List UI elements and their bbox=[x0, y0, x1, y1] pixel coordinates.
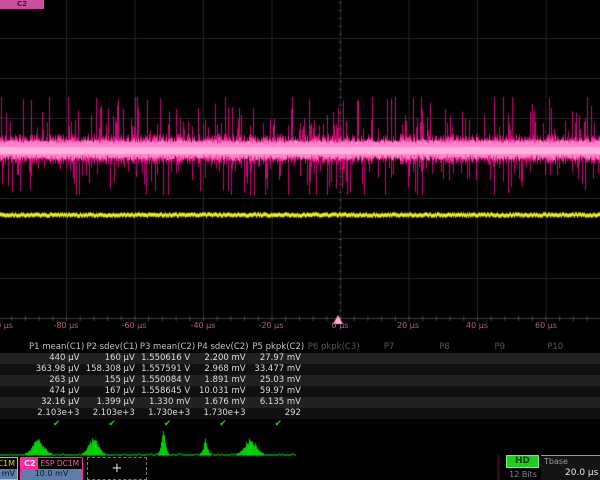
measurement-cell: 1.891 mV bbox=[195, 375, 250, 386]
measurement-cell: 2.968 mV bbox=[195, 364, 250, 375]
c2-scale: 10.0 mV bbox=[21, 469, 82, 479]
measurement-cell: 363.98 µV bbox=[29, 364, 84, 375]
measurement-cell: 1.730e+3 bbox=[140, 408, 195, 419]
measurement-cell: 27.97 mV bbox=[251, 353, 306, 364]
status-pass-icon: ✔ bbox=[29, 419, 84, 430]
c2-coupling: ESP DC1M bbox=[38, 458, 79, 469]
measurement-cell: 1.330 mV bbox=[140, 397, 195, 408]
axis-tick-label: -40 µs bbox=[191, 321, 216, 330]
measurement-cell: 1.399 µV bbox=[84, 397, 139, 408]
measurement-header[interactable]: P7 bbox=[361, 341, 416, 352]
measurement-cell: 1.557591 V bbox=[140, 364, 195, 375]
measurement-cell: 2.103e+3 bbox=[29, 408, 84, 419]
axis-tick-label: 0 µs bbox=[332, 321, 349, 330]
measurement-header[interactable]: P9 bbox=[472, 341, 527, 352]
measurement-cell: 167 µV bbox=[84, 386, 139, 397]
measurement-header[interactable]: P3 mean(C2) bbox=[140, 341, 195, 352]
measurement-header[interactable]: P1 mean(C1) bbox=[29, 341, 84, 352]
measurement-cell: 155 µV bbox=[84, 375, 139, 386]
axis-tick-label: -20 µs bbox=[259, 321, 284, 330]
c2-grabber-label: C2 bbox=[17, 0, 27, 8]
c2-channel-descriptor[interactable]: C2 ESP DC1M 10.0 mV bbox=[20, 457, 83, 480]
measurement-cell: 263 µV bbox=[29, 375, 84, 386]
c1-scale: 20.0 mV bbox=[0, 469, 17, 479]
measurement-cell: 6.135 mV bbox=[251, 397, 306, 408]
axis-tick-label: -80 µs bbox=[54, 321, 79, 330]
status-pass-icon: ✔ bbox=[251, 419, 306, 430]
measurement-cell: 2.200 mV bbox=[195, 353, 250, 364]
measurement-header[interactable]: P5 pkpk(C2) bbox=[251, 341, 306, 352]
tbase-label: Tbase bbox=[544, 457, 568, 466]
measurement-cell: 1.550616 V bbox=[140, 353, 195, 364]
measurement-cell: 474 µV bbox=[29, 386, 84, 397]
axis-tick-label: 40 µs bbox=[466, 321, 488, 330]
measurement-cell: 1.730e+3 bbox=[195, 408, 250, 419]
c2-label: C2 bbox=[21, 458, 38, 469]
measurement-header[interactable]: P2 sdev(C1) bbox=[84, 341, 139, 352]
measurement-header[interactable]: P6 pkpk(C3) bbox=[306, 341, 361, 352]
hd-mode-badge[interactable]: HD bbox=[506, 455, 539, 468]
measurement-cell: 59.97 mV bbox=[251, 386, 306, 397]
measurement-cell: 440 µV bbox=[29, 353, 84, 364]
measurement-cell: 33.477 mV bbox=[251, 364, 306, 375]
measurement-cell: 160 µV bbox=[84, 353, 139, 364]
measurement-cell: 2.103e+3 bbox=[84, 408, 139, 419]
c2-trace-grabber[interactable]: C2 bbox=[0, 0, 44, 9]
measurement-cell: 158.308 µV bbox=[84, 364, 139, 375]
add-trace-button[interactable]: + bbox=[87, 457, 147, 480]
measurement-histicons bbox=[0, 430, 600, 457]
measurement-cell: 1.676 mV bbox=[195, 397, 250, 408]
measurement-header[interactable]: P10 bbox=[528, 341, 583, 352]
c1-coupling: DC1M bbox=[0, 459, 15, 468]
waveform-display bbox=[0, 0, 600, 336]
oscilloscope-screen: C2 -100 µs -80 µs -60 µs -40 µs -20 µs 0 µs 20… bbox=[0, 0, 600, 480]
measurement-cell: 292 bbox=[251, 408, 306, 419]
measurement-cell: 25.03 mV bbox=[251, 375, 306, 386]
hd-badge-label: HD bbox=[515, 456, 530, 466]
status-pass-icon: ✔ bbox=[84, 419, 139, 430]
measurement-cell: 1.558645 V bbox=[140, 386, 195, 397]
c1-channel-descriptor[interactable]: C1 DC1M 20.0 mV bbox=[0, 457, 18, 480]
measurement-cell: 10.031 mV bbox=[195, 386, 250, 397]
trigger-descriptor-edge bbox=[497, 455, 500, 480]
resolution-bits-label: 12 Bits bbox=[504, 470, 542, 479]
measurement-cell: 1.550084 V bbox=[140, 375, 195, 386]
measurement-header[interactable]: P4 sdev(C2) bbox=[195, 341, 250, 352]
axis-tick-label: 20 µs bbox=[397, 321, 419, 330]
plus-icon: + bbox=[112, 461, 123, 476]
axis-tick-label: -100 µs bbox=[0, 321, 13, 330]
status-pass-icon: ✔ bbox=[195, 419, 250, 430]
measurement-header[interactable]: P8 bbox=[417, 341, 472, 352]
tbase-value: 20.0 µs bbox=[565, 468, 598, 478]
measurement-cell: 32.16 µV bbox=[29, 397, 84, 408]
measurement-table: P1 mean(C1)P2 sdev(C1)P3 mean(C2)P4 sdev… bbox=[0, 341, 600, 430]
status-pass-icon: ✔ bbox=[140, 419, 195, 430]
timebase-descriptor[interactable]: Tbase 20.0 µs bbox=[541, 455, 600, 480]
axis-tick-label: 60 µs bbox=[535, 321, 557, 330]
axis-tick-label: -60 µs bbox=[122, 321, 147, 330]
